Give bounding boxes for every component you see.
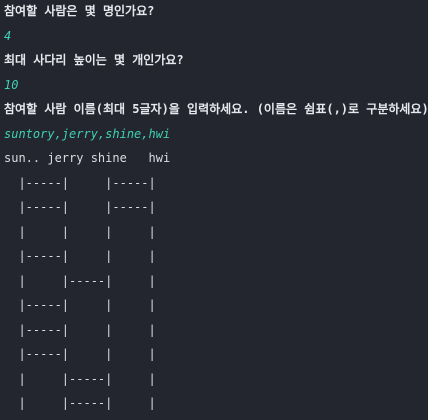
height-input-echo: 10: [4, 77, 19, 92]
ladder-row: |-----| | |: [4, 298, 156, 312]
ladder-row: | |-----| |: [4, 371, 156, 386]
ladder-row: |-----| |-----|: [4, 175, 156, 190]
ladder-row: |-----| | |: [4, 322, 156, 337]
ladder-diagram: |-----| |-----| |-----| |-----| | | | | …: [4, 175, 428, 420]
participants-prompt: 참여할 사람은 몇 명인가요?: [4, 4, 155, 18]
terminal-window[interactable]: 참여할 사람은 몇 명인가요? 4 최대 사다리 높이는 몇 개인가요? 10 …: [0, 0, 428, 417]
ladder-row: |-----| | |: [4, 347, 156, 361]
names-prompt: 참여할 사람 이름(최대 5글자)을 입력하세요. (이름은 쉼표(,)로 구분…: [4, 102, 428, 116]
ladder-row: |-----| | |: [4, 249, 156, 263]
height-prompt: 최대 사다리 높이는 몇 개인가요?: [4, 53, 184, 67]
ladder-row: | | | |: [4, 224, 156, 239]
ladder-row: | |-----| |: [4, 396, 156, 410]
names-input-echo: suntory,jerry,shine,hwi: [4, 126, 171, 141]
participants-input-echo: 4: [4, 28, 12, 43]
ladder-header: sun.. jerry shine hwi: [4, 151, 171, 165]
ladder-row: | |-----| |: [4, 273, 156, 288]
ladder-row: |-----| |-----|: [4, 200, 156, 214]
